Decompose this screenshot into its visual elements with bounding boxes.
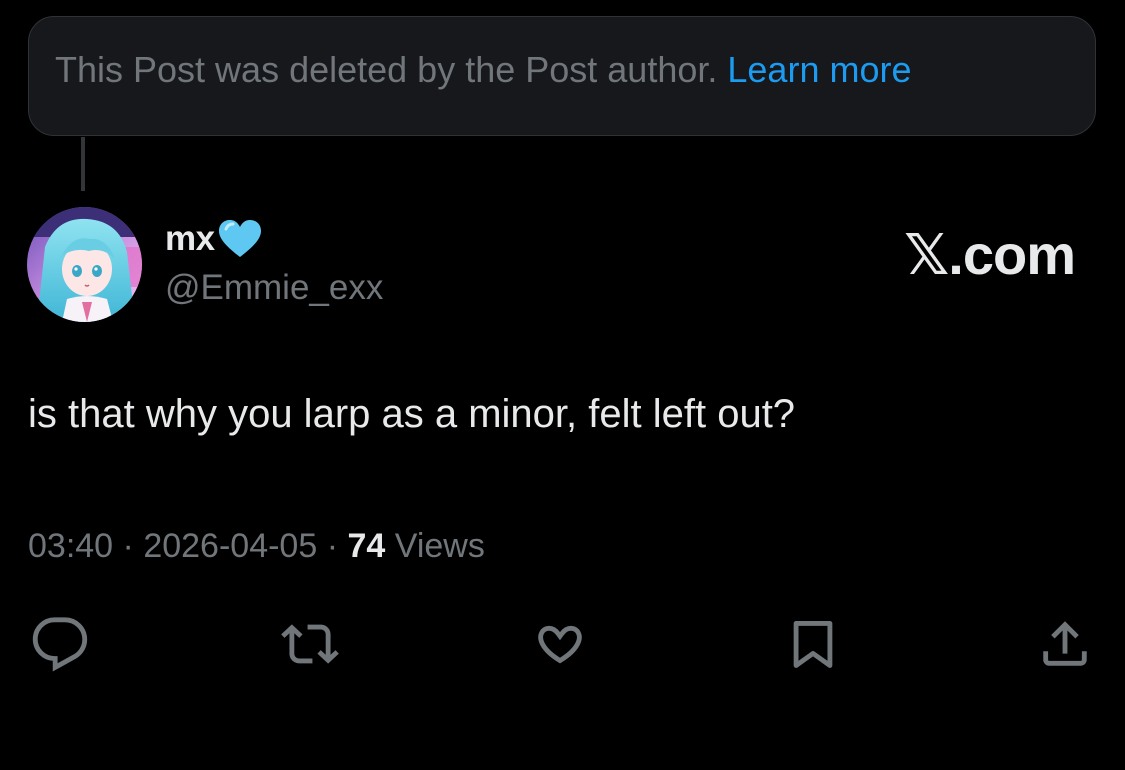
like-icon [538, 625, 582, 664]
views-count[interactable]: 74 [347, 527, 385, 565]
post-text: is that why you larp as a minor, felt le… [28, 392, 796, 436]
reply-icon [32, 617, 88, 672]
post-meta: 03:40 · 2026-04-05 · 74 Views [28, 527, 485, 566]
share-icon [1043, 621, 1087, 666]
repost-button[interactable] [278, 612, 342, 676]
light-blue-heart-icon [217, 219, 263, 259]
deleted-notice-text: This Post was deleted by the Post author… [55, 49, 718, 90]
like-button[interactable] [528, 612, 592, 676]
share-button[interactable] [1033, 612, 1097, 676]
avatar[interactable] [27, 207, 142, 322]
deleted-post-notice: This Post was deleted by the Post author… [28, 16, 1096, 136]
learn-more-link[interactable]: Learn more [727, 49, 911, 91]
display-name[interactable]: mx [165, 219, 215, 259]
post-time[interactable]: 03:40 [28, 527, 113, 565]
avatar-image [27, 207, 142, 322]
thread-connector-line [81, 137, 85, 191]
bookmark-icon [793, 621, 833, 668]
repost-icon [281, 624, 339, 664]
meta-separator: · [326, 527, 339, 565]
bookmark-button[interactable] [781, 612, 845, 676]
post-date[interactable]: 2026-04-05 [143, 527, 317, 565]
meta-separator: · [122, 527, 134, 565]
author-name-row[interactable]: mx [165, 219, 263, 259]
reply-button[interactable] [28, 612, 92, 676]
views-label[interactable]: Views [395, 527, 485, 565]
action-bar [0, 612, 1125, 676]
author-handle[interactable]: @Emmie_exx [165, 268, 383, 308]
x-com-watermark: 𝕏.com [904, 223, 1076, 286]
